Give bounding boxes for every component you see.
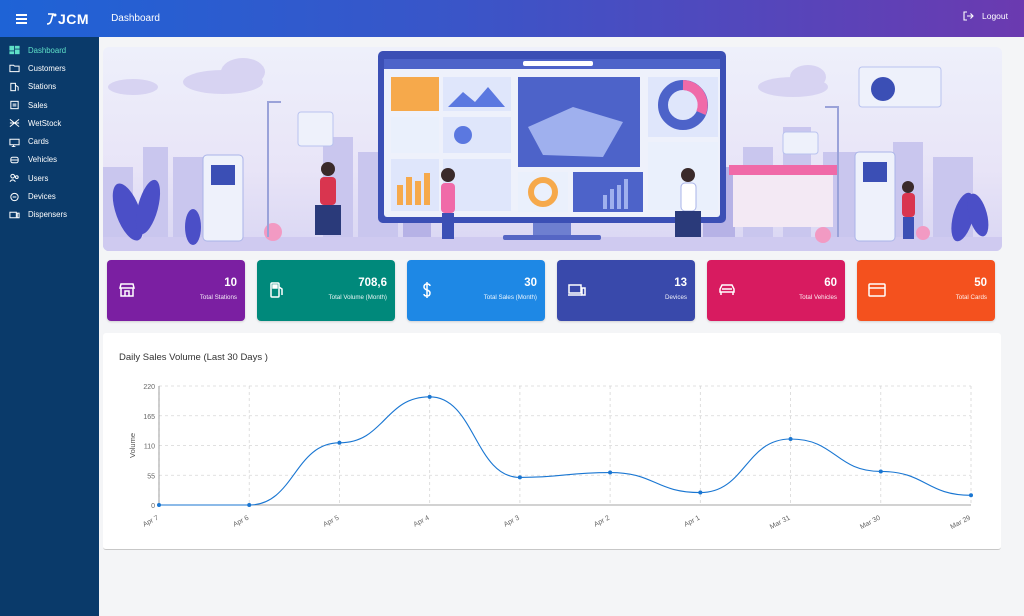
dispenser-icon xyxy=(8,210,20,220)
sidebar-item-stations[interactable]: Stations xyxy=(0,78,99,96)
sidebar-item-dashboard[interactable]: Dashboard xyxy=(0,41,99,59)
devices-icon xyxy=(568,281,586,299)
stat-value: 60 xyxy=(824,277,837,289)
data-point xyxy=(878,469,883,474)
stat-card-total-volume-month[interactable]: 708,6 Total Volume (Month) xyxy=(257,260,395,321)
y-axis-label: Volume xyxy=(128,433,137,458)
top-app-bar: JCM Dashboard Logout xyxy=(0,0,1024,37)
sidebar-item-label: Customers xyxy=(28,63,66,73)
sidebar-item-customers[interactable]: Customers xyxy=(0,59,99,77)
sidebar-item-label: Cards xyxy=(28,137,49,147)
sidebar-item-wetstock[interactable]: WetStock xyxy=(0,114,99,132)
store-icon xyxy=(118,281,136,299)
stat-value: 30 xyxy=(524,277,537,289)
x-tick-label: Apr 3 xyxy=(503,515,521,529)
y-tick-label: 0 xyxy=(151,503,155,510)
x-tick-label: Apr 2 xyxy=(593,515,611,529)
fuel-pump-icon xyxy=(268,281,286,299)
x-tick-label: Apr 1 xyxy=(683,515,701,529)
y-tick-label: 55 xyxy=(147,473,155,480)
line-chart: 0 55 110 165 220 Apr 7 Apr 6 Apr 5 Apr 4 Apr 3 Apr… xyxy=(128,384,973,531)
tank-icon xyxy=(8,118,20,128)
sidebar-item-label: WetStock xyxy=(28,118,62,128)
sidebar-item-cards[interactable]: Cards xyxy=(0,132,99,150)
x-tick-label: Mar 31 xyxy=(769,515,792,531)
sidebar-item-label: Dispensers xyxy=(28,210,67,220)
logout-button[interactable]: Logout xyxy=(963,11,1008,21)
stat-label: Total Stations xyxy=(199,294,237,301)
stat-label: Total Volume (Month) xyxy=(328,294,387,301)
y-tick-label: 110 xyxy=(144,444,155,451)
sidebar: Dashboard Customers Stations Sales WetStock C… xyxy=(0,37,99,616)
x-tick-label: Mar 30 xyxy=(859,515,882,531)
data-point xyxy=(788,437,793,442)
data-point xyxy=(517,475,522,480)
logo-mark-icon xyxy=(46,12,57,25)
stat-card-devices[interactable]: 13 Devices xyxy=(557,260,695,321)
series-line xyxy=(158,396,972,506)
stat-label: Devices xyxy=(664,294,687,301)
stat-label: Total Sales (Month) xyxy=(483,294,537,301)
hero-illustration xyxy=(103,51,1002,251)
sidebar-item-label: Users xyxy=(28,173,49,183)
sidebar-nav: Dashboard Customers Stations Sales WetStock C… xyxy=(0,37,99,224)
receipt-icon xyxy=(8,100,20,110)
data-point xyxy=(698,490,703,495)
sidebar-item-vehicles[interactable]: Vehicles xyxy=(0,151,99,169)
sidebar-item-devices[interactable]: Devices xyxy=(0,187,99,205)
x-tick-label: Apr 7 xyxy=(142,515,160,529)
users-icon xyxy=(8,173,20,183)
stat-label: Total Vehicles xyxy=(799,294,837,301)
sidebar-item-label: Stations xyxy=(28,82,57,92)
credit-card-icon xyxy=(868,281,886,299)
x-tick-label: Apr 6 xyxy=(232,515,250,529)
devices-icon xyxy=(8,192,20,202)
stat-value: 10 xyxy=(224,277,237,289)
x-tick-label: Mar 29 xyxy=(949,515,972,531)
menu-icon[interactable] xyxy=(16,12,38,26)
logout-icon xyxy=(963,11,974,21)
sidebar-item-sales[interactable]: Sales xyxy=(0,96,99,114)
folder-icon xyxy=(8,63,20,73)
stat-value: 13 xyxy=(674,277,687,289)
y-tick-label: 165 xyxy=(143,414,155,421)
hero-banner xyxy=(103,47,1002,251)
daily-sales-chart-panel: Daily Sales Volume (Last 30 Days ) 0 55 11… xyxy=(103,333,1001,550)
sidebar-item-label: Devices xyxy=(28,192,56,202)
dashboard-icon xyxy=(8,45,20,55)
stat-value: 708,6 xyxy=(358,277,387,289)
stat-label: Total Cards xyxy=(955,294,987,301)
fuel-station-icon xyxy=(8,82,20,92)
logo-text: JCM xyxy=(58,10,90,27)
data-point xyxy=(157,503,161,507)
y-tick-label: 220 xyxy=(143,384,155,391)
vehicle-icon xyxy=(8,155,20,165)
sidebar-item-dispensers[interactable]: Dispensers xyxy=(0,206,99,224)
data-point xyxy=(337,440,342,445)
sidebar-item-label: Vehicles xyxy=(28,155,58,165)
logout-label: Logout xyxy=(982,11,1008,21)
app-logo[interactable]: JCM xyxy=(46,7,89,31)
stat-card-total-cards[interactable]: 50 Total Cards xyxy=(857,260,995,321)
data-point xyxy=(247,503,252,507)
data-point xyxy=(608,470,613,475)
data-point xyxy=(969,493,973,498)
dollar-icon xyxy=(418,281,436,299)
sidebar-item-users[interactable]: Users xyxy=(0,169,99,187)
car-icon xyxy=(718,281,736,299)
sidebar-item-label: Sales xyxy=(28,100,48,110)
stat-card-total-sales-month[interactable]: 30 Total Sales (Month) xyxy=(407,260,545,321)
x-tick-label: Apr 4 xyxy=(413,515,431,529)
page-title: Dashboard xyxy=(111,13,160,24)
sidebar-item-label: Dashboard xyxy=(28,45,67,55)
data-point xyxy=(427,394,432,399)
x-tick-label: Apr 5 xyxy=(322,515,340,529)
card-icon xyxy=(8,137,20,147)
stat-card-total-stations[interactable]: 10 Total Stations xyxy=(107,260,245,321)
stat-card-total-vehicles[interactable]: 60 Total Vehicles xyxy=(707,260,845,321)
stat-value: 50 xyxy=(974,277,987,289)
